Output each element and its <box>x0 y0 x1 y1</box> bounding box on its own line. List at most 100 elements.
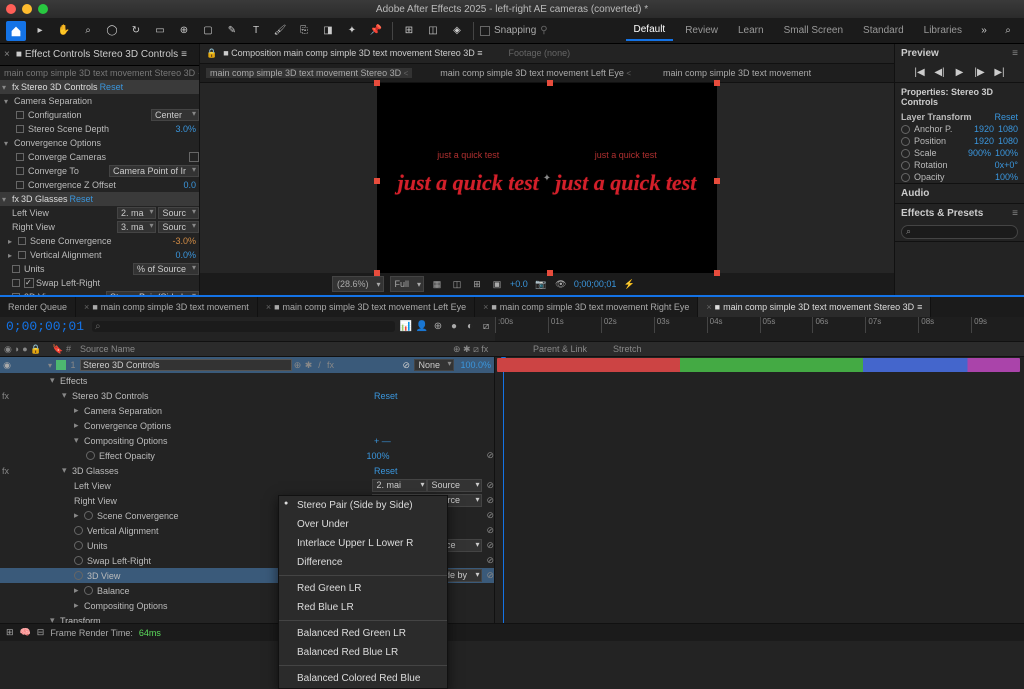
prop-camera-separation[interactable]: Camera Separation <box>14 96 199 106</box>
pen-tool-icon[interactable]: ✎ <box>222 21 242 41</box>
configuration-dropdown[interactable]: Center <box>151 109 199 121</box>
fx-reset-link[interactable]: Reset <box>100 82 124 92</box>
layer-parent-dropdown[interactable]: None <box>414 359 454 371</box>
workspace-learn[interactable]: Learn <box>730 21 772 40</box>
fx-stereo3d-header[interactable]: Stereo 3D Controls <box>21 82 98 92</box>
rotate-tool-icon[interactable]: ↻ <box>126 21 146 41</box>
tl-brain-icon[interactable]: 🧠 <box>20 627 31 638</box>
keyframe-stopwatch-icon[interactable] <box>16 111 24 119</box>
workspace-menu-icon[interactable]: » <box>974 21 994 41</box>
workspace-standard[interactable]: Standard <box>855 21 912 40</box>
col-parent[interactable]: Parent & Link <box>529 342 609 356</box>
timeline-tracks[interactable] <box>495 357 1024 623</box>
composition-viewer[interactable]: just a quick test just a quick test ✦ ju… <box>200 83 894 273</box>
mask-tool-icon[interactable]: ◫ <box>423 21 443 41</box>
prev-frame-button[interactable]: ◀| <box>933 67 947 78</box>
3d-view-dropdown[interactable]: Stereo Pair (Side b <box>106 291 199 295</box>
mask-toggle-icon[interactable]: ◫ <box>450 277 464 291</box>
tl-motion-blur-icon[interactable]: ● <box>447 320 461 334</box>
audio-panel-header[interactable]: Audio <box>901 188 929 199</box>
tl-reset-link[interactable]: Reset <box>374 391 494 401</box>
puppet-tool-icon[interactable]: 📌 <box>366 21 386 41</box>
flow-tab-left-eye[interactable]: main comp simple 3D text movement Left E… <box>436 68 635 78</box>
zoom-dropdown[interactable]: (28.6%) <box>332 276 384 292</box>
timeline-timecode[interactable]: 0;00;00;01 <box>0 317 90 336</box>
col-source-name[interactable]: Source Name <box>76 342 449 356</box>
3d-tool-icon[interactable]: ◈ <box>447 21 467 41</box>
left-view-dropdown[interactable]: 2. ma <box>117 207 157 219</box>
dd-red-blue[interactable]: Red Blue LR <box>279 598 447 617</box>
current-time-display[interactable]: 0;00;00;01 <box>574 279 617 289</box>
tl-tab-stereo[interactable]: × ■ main comp simple 3D text movement St… <box>698 297 931 317</box>
effects-search-input[interactable]: ⌕ <box>901 225 1018 239</box>
convergence-z-value[interactable]: 0.0 <box>183 180 196 190</box>
camera-tool-icon[interactable]: ▭ <box>150 21 170 41</box>
tl-collapse-icon[interactable]: ⊟ <box>37 627 45 638</box>
selection-tool-icon[interactable]: ▸ <box>30 21 50 41</box>
dd-bal-red-green[interactable]: Balanced Red Green LR <box>279 624 447 643</box>
preview-panel-header[interactable]: Preview <box>901 48 939 59</box>
composition-tab[interactable]: ■ Composition main comp simple 3D text m… <box>223 48 482 58</box>
grid-icon[interactable]: ▦ <box>430 277 444 291</box>
converge-cameras-checkbox[interactable] <box>189 152 199 162</box>
workspace-libraries[interactable]: Libraries <box>916 21 970 40</box>
visibility-icon[interactable]: ◉ <box>0 360 14 371</box>
home-button[interactable] <box>6 21 26 41</box>
layer-1-name[interactable]: Stereo 3D Controls <box>80 359 292 371</box>
fx-3dglasses-header[interactable]: 3D Glasses <box>21 194 68 204</box>
tl-marker-icon[interactable]: ⧄ <box>479 320 493 334</box>
channel-icon[interactable]: ▣ <box>490 277 504 291</box>
effects-presets-header[interactable]: Effects & Presets <box>901 208 983 219</box>
layer-1-row[interactable]: ◉ ▾ 1 Stereo 3D Controls ⊕✱/fx ⊘ None 10… <box>0 357 494 373</box>
stereo-scene-depth-value[interactable]: 3.0% <box>175 124 196 134</box>
exposure-value[interactable]: +0.0 <box>510 279 528 289</box>
col-stretch[interactable]: Stretch <box>609 342 659 356</box>
fast-preview-icon[interactable]: ⚡ <box>622 277 636 291</box>
pan-behind-tool-icon[interactable]: ⊕ <box>174 21 194 41</box>
playhead[interactable] <box>503 357 504 623</box>
vertical-alignment-value[interactable]: 0.0% <box>175 250 196 260</box>
converge-to-dropdown[interactable]: Camera Point of Ir <box>109 165 199 177</box>
prop-convergence-options[interactable]: Convergence Options <box>14 138 199 148</box>
footage-tab[interactable]: Footage (none) <box>509 48 571 58</box>
prop-effects[interactable]: Effects <box>60 376 494 386</box>
dd-red-green[interactable]: Red Green LR <box>279 579 447 598</box>
workspace-review[interactable]: Review <box>677 21 726 40</box>
dd-over-under[interactable]: Over Under <box>279 515 447 534</box>
search-icon[interactable]: ⌕ <box>998 21 1018 41</box>
tl-tab-render-queue[interactable]: Render Queue <box>0 297 76 317</box>
snapping-toggle[interactable]: Snapping ⚲ <box>480 25 548 36</box>
orbit-tool-icon[interactable]: ◯ <box>102 21 122 41</box>
tl-graph-icon[interactable]: 📊 <box>399 320 413 334</box>
tl-toggle-icon[interactable]: ⊞ <box>6 627 14 638</box>
flow-tab-stereo[interactable]: main comp simple 3D text movement Stereo… <box>206 68 412 78</box>
dd-bal-red-blue[interactable]: Balanced Red Blue LR <box>279 643 447 662</box>
transform-reset-link[interactable]: Reset <box>994 112 1018 122</box>
guides-icon[interactable]: ⊞ <box>470 277 484 291</box>
dd-stereo-pair[interactable]: Stereo Pair (Side by Side) <box>279 496 447 515</box>
dd-bal-colored[interactable]: Balanced Colored Red Blue <box>279 669 447 688</box>
tl-tab-right-eye[interactable]: × ■ main comp simple 3D text movement Ri… <box>475 297 698 317</box>
resolution-dropdown[interactable]: Full <box>390 276 425 292</box>
clone-tool-icon[interactable]: ⎘ <box>294 21 314 41</box>
units-dropdown[interactable]: % of Source <box>133 263 199 275</box>
dd-interlace[interactable]: Interlace Upper L Lower R <box>279 534 447 553</box>
timeline-search-input[interactable]: ⌕ <box>92 321 395 332</box>
flow-tab-main[interactable]: main comp simple 3D text movement <box>659 68 815 78</box>
shape-tool-icon[interactable]: ▢ <box>198 21 218 41</box>
workspace-small-screen[interactable]: Small Screen <box>776 21 851 40</box>
right-view-dropdown[interactable]: 3. ma <box>117 221 157 233</box>
tl-shy-icon[interactable]: 👤 <box>415 320 429 334</box>
align-tool-icon[interactable]: ⊞ <box>399 21 419 41</box>
timeline-ruler[interactable]: :00s01s 02s03s 04s05s 06s07s 08s09s <box>495 317 1024 333</box>
type-tool-icon[interactable]: T <box>246 21 266 41</box>
brush-tool-icon[interactable]: 🖌 <box>270 21 290 41</box>
play-button[interactable]: ▶ <box>953 67 967 78</box>
dd-difference[interactable]: Difference <box>279 553 447 572</box>
show-snapshot-icon[interactable]: 👁 <box>554 277 568 291</box>
tl-fx-icon[interactable]: ⊕ <box>431 320 445 334</box>
workspace-default[interactable]: Default <box>626 20 674 41</box>
scene-convergence-value[interactable]: -3.0% <box>172 236 196 246</box>
lock-icon[interactable]: 🔒 <box>206 48 217 59</box>
zoom-tool-icon[interactable]: ⌕ <box>78 21 98 41</box>
